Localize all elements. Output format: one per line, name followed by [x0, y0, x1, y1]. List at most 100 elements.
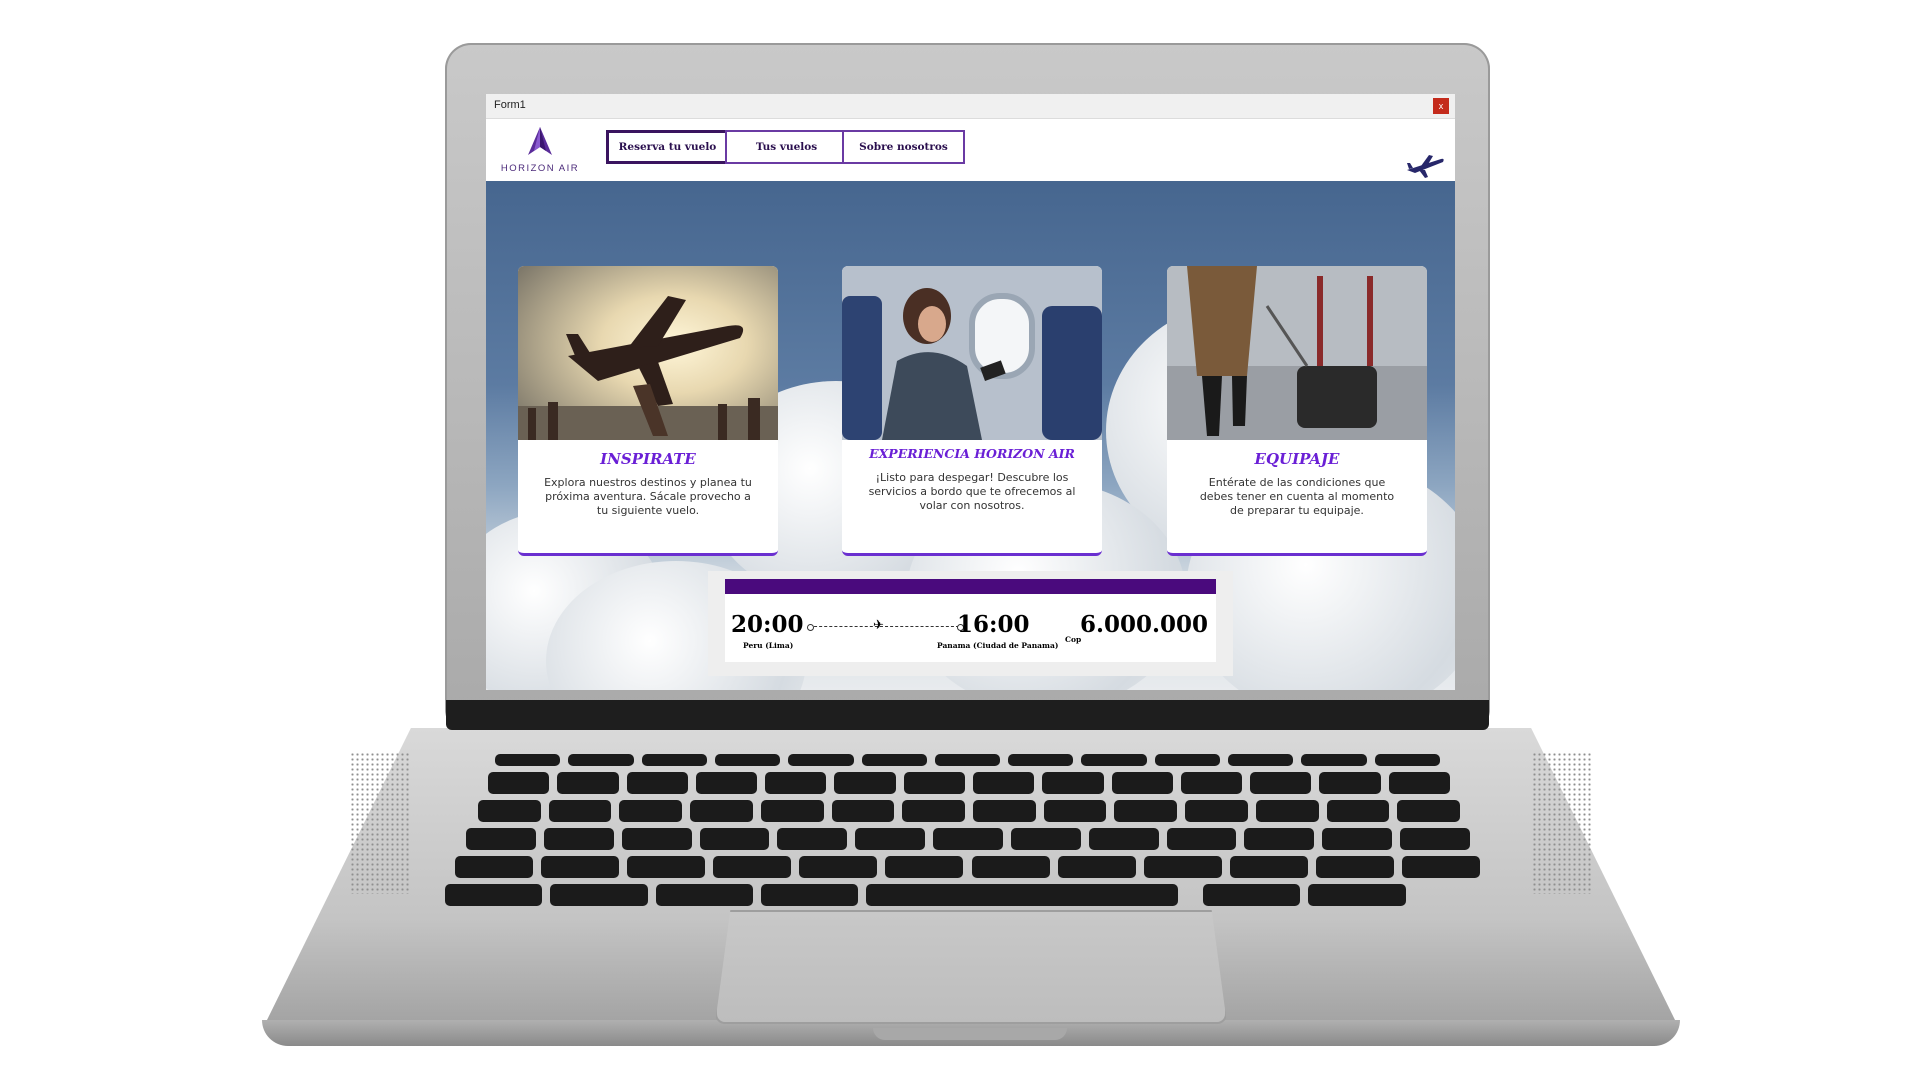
keyboard-key[interactable] [641, 754, 707, 766]
keyboard-key[interactable] [455, 856, 534, 878]
flight-price: 6.000.000 [1080, 611, 1209, 638]
keyboard-key[interactable] [655, 884, 753, 906]
keyboard-key[interactable] [1244, 828, 1315, 850]
card-text: Entérate de las condiciones que debes te… [1199, 476, 1395, 517]
brand-logo-icon [528, 127, 552, 155]
keyboard-key[interactable] [1166, 828, 1237, 850]
card-title: EXPERIENCIA HORIZON AIR [869, 446, 1075, 461]
keyboard-key[interactable] [799, 856, 878, 878]
keyboard-key[interactable] [557, 772, 619, 794]
keyboard-key[interactable] [855, 828, 926, 850]
keyboard-key[interactable] [445, 884, 543, 906]
keyboard-key[interactable] [619, 800, 683, 822]
window-title: Form1 [494, 99, 526, 111]
keyboard-key[interactable] [695, 772, 758, 794]
trackpad[interactable] [715, 910, 1227, 1024]
keyboard-key[interactable] [777, 828, 848, 850]
keyboard-key[interactable] [478, 800, 541, 822]
keyboard-key[interactable] [934, 754, 1001, 766]
card-text: Explora nuestros destinos y planea tu pr… [544, 476, 752, 517]
keyboard-key[interactable] [690, 800, 753, 822]
keyboard-key[interactable] [1203, 884, 1301, 906]
card-image-passenger [842, 266, 1102, 440]
keyboard-key[interactable] [550, 884, 648, 906]
keyboard-key[interactable] [488, 772, 550, 794]
keyboard-key[interactable] [1388, 772, 1450, 794]
card-equipaje[interactable]: EQUIPAJE Entérate de las condiciones que… [1167, 266, 1427, 556]
card-inspirate[interactable]: INSPIRATE Explora nuestros destinos y pl… [518, 266, 778, 556]
keyboard-key[interactable] [1008, 754, 1074, 766]
keyboard-key[interactable] [568, 754, 634, 766]
main-content: INSPIRATE Explora nuestros destinos y pl… [486, 181, 1455, 690]
keyboard-key[interactable] [1301, 754, 1367, 766]
keyboard-key[interactable] [861, 754, 927, 766]
keyboard-key[interactable] [495, 754, 561, 766]
arrive-time: 16:00 [957, 611, 1030, 638]
keyboard-key[interactable] [1180, 772, 1243, 794]
keyboard-key[interactable] [1010, 828, 1081, 850]
keyboard-key[interactable] [627, 856, 706, 878]
keyboard-key[interactable] [1185, 800, 1248, 822]
keyboard-key[interactable] [973, 800, 1036, 822]
route-airplane-icon: ✈ [873, 617, 884, 632]
keyboard-key[interactable] [902, 800, 965, 822]
keyboard-key[interactable] [1322, 828, 1393, 850]
keyboard-key[interactable] [1400, 828, 1470, 850]
keyboard-key[interactable] [760, 884, 859, 906]
nav-reserva-button[interactable]: Reserva tu vuelo [606, 130, 729, 164]
keyboard-key[interactable] [541, 856, 620, 878]
keyboard-key[interactable] [885, 856, 964, 878]
keyboard-key[interactable] [1088, 828, 1159, 850]
keyboard-key[interactable] [973, 772, 1035, 794]
keyboard-key[interactable] [834, 772, 896, 794]
title-bar: Form1 x [486, 94, 1455, 119]
brand-logo[interactable]: HORIZON AIR [500, 125, 580, 175]
keyboard-key[interactable] [760, 800, 824, 822]
keyboard-key[interactable] [466, 828, 536, 850]
keyboard-key[interactable] [903, 772, 965, 794]
keyboard-key[interactable] [1250, 772, 1312, 794]
close-button[interactable]: x [1433, 98, 1449, 114]
keyboard-key[interactable] [548, 800, 612, 822]
keyboard-key[interactable] [788, 754, 854, 766]
flight-ticket[interactable]: 20:00 Peru (Lima) ✈ 16:00 Panama (Ciudad… [708, 571, 1233, 676]
keyboard-key[interactable] [1229, 856, 1308, 878]
keyboard-key[interactable] [1374, 754, 1440, 766]
keyboard-key[interactable] [1057, 856, 1136, 878]
keyboard-key[interactable] [699, 828, 770, 850]
keyboard-key[interactable] [713, 856, 792, 878]
keyboard-key[interactable] [1401, 856, 1480, 878]
keyboard-key[interactable] [621, 828, 692, 850]
keyboard-key[interactable] [1114, 800, 1178, 822]
depart-place: Peru (Lima) [743, 641, 794, 650]
keyboard-key[interactable] [543, 828, 614, 850]
keyboard-key[interactable] [1111, 772, 1173, 794]
keyboard-key[interactable] [971, 856, 1050, 878]
card-text: ¡Listo para despegar! Descubre los servi… [868, 471, 1076, 512]
keyboard-key[interactable] [1255, 800, 1319, 822]
laptop-notch [873, 1028, 1067, 1040]
keyboard-key[interactable] [831, 800, 895, 822]
screen-bezel [446, 700, 1489, 730]
keyboard-key[interactable] [765, 772, 827, 794]
keyboard-key[interactable] [1315, 856, 1394, 878]
keyboard-key[interactable] [1308, 884, 1406, 906]
speaker-grille-right [1532, 752, 1592, 894]
card-title: INSPIRATE [600, 450, 696, 468]
keyboard-key[interactable] [714, 754, 781, 766]
keyboard-key[interactable] [1154, 754, 1221, 766]
keyboard-key[interactable] [1319, 772, 1381, 794]
keyboard-key[interactable] [1397, 800, 1460, 822]
keyboard-key[interactable] [1043, 800, 1107, 822]
keyboard-key[interactable] [1042, 772, 1104, 794]
keyboard-key[interactable] [626, 772, 688, 794]
keyboard-key[interactable] [1143, 856, 1222, 878]
card-experiencia[interactable]: EXPERIENCIA HORIZON AIR ¡Listo para desp… [842, 266, 1102, 556]
nav-sobre-nosotros-button[interactable]: Sobre nosotros [842, 130, 965, 164]
keyboard-key[interactable] [1081, 754, 1147, 766]
nav-tus-vuelos-button[interactable]: Tus vuelos [725, 130, 848, 164]
keyboard-key[interactable] [1326, 800, 1390, 822]
keyboard-key[interactable] [866, 884, 1178, 906]
keyboard-key[interactable] [1228, 754, 1294, 766]
keyboard-key[interactable] [933, 828, 1003, 850]
